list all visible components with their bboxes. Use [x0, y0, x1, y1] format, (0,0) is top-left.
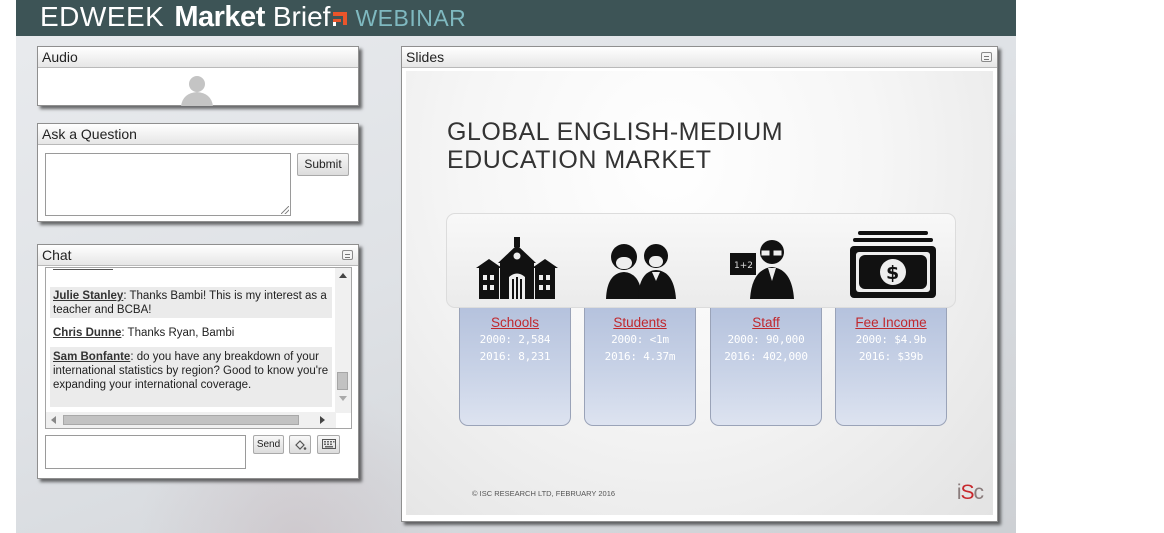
slide-title-line: EDUCATION MARKET: [447, 146, 712, 174]
money-icon: $: [850, 231, 936, 298]
send-button[interactable]: Send: [253, 435, 284, 454]
chat-vertical-scrollbar[interactable]: [335, 268, 351, 413]
stat-card-value: 2016: 4.37m: [604, 350, 676, 363]
resize-grip-icon[interactable]: [281, 206, 289, 214]
brand-mark-icon: [331, 9, 349, 27]
ask-question-title: Ask a Question: [38, 124, 358, 145]
submit-button[interactable]: Submit: [297, 153, 349, 176]
slide-copyright: © ISC RESEARCH LTD, FEBRUARY 2016: [472, 489, 616, 498]
brand-logo: EDWEEK Market Brief WEBINAR: [40, 1, 466, 35]
scroll-right-icon[interactable]: [320, 416, 325, 424]
stat-card-schools: Schools 2000: 2,584 2016: 8,231: [459, 308, 571, 426]
svg-text:$: $: [886, 262, 899, 284]
scroll-thumb[interactable]: [337, 372, 348, 390]
scroll-thumb[interactable]: [63, 415, 299, 425]
stat-card-label[interactable]: Students: [585, 315, 695, 331]
slide-title-line: GLOBAL ENGLISH-MEDIUM: [447, 118, 784, 146]
brand-market: Market: [174, 1, 265, 33]
isc-logo-s: S: [960, 481, 974, 504]
stat-card-students: Students 2000: <1m 2016: 4.37m: [584, 308, 696, 426]
stat-card-staff: Staff 2000: 90,000 2016: 402,000: [710, 308, 822, 426]
stat-card-label[interactable]: Schools: [460, 315, 570, 331]
webinar-app: EDWEEK Market Brief WEBINAR Audio Ask a …: [16, 0, 1016, 533]
chat-messages: Julie Stanley: Thanks Bambi! This is my …: [46, 268, 336, 413]
brand-edweek: EDWEEK: [40, 1, 165, 32]
scroll-up-icon[interactable]: [339, 273, 347, 278]
stat-card-label[interactable]: Fee Income: [836, 315, 946, 331]
stat-card-fee-income: Fee Income 2000: $4.9b 2016: $39b: [835, 308, 947, 426]
ask-question-panel: Ask a Question Submit: [37, 123, 359, 222]
maximize-icon[interactable]: [981, 52, 992, 62]
slides-title-text: Slides: [406, 49, 445, 65]
scroll-left-icon[interactable]: [51, 416, 56, 424]
svg-text:1+2: 1+2: [734, 261, 753, 271]
slides-panel: Slides GLOBAL ENGLISH-MEDIUM EDUCATION M…: [401, 46, 998, 522]
chat-panel-title: Chat: [38, 245, 358, 266]
scroll-down-icon[interactable]: [339, 396, 347, 401]
stat-card-label[interactable]: Staff: [711, 315, 821, 331]
slide-canvas: GLOBAL ENGLISH-MEDIUM EDUCATION MARKET 1…: [406, 71, 993, 515]
teacher-icon: 1+2: [730, 240, 794, 299]
audio-panel-title: Audio: [38, 47, 358, 68]
keyboard-icon[interactable]: [317, 435, 340, 454]
header-bar: EDWEEK Market Brief WEBINAR: [16, 0, 1016, 36]
stat-card-value: 2000: <1m: [611, 333, 669, 346]
chat-input[interactable]: [45, 435, 246, 469]
maximize-icon[interactable]: [342, 250, 353, 260]
students-icon: [606, 244, 676, 299]
stat-card-value: 2016: $39b: [858, 350, 924, 363]
chat-message: Chris Dunne: Thanks Ryan, Bambi: [50, 326, 332, 341]
chat-panel: Chat Julie Stanley: Thanks Bambi! This i…: [37, 244, 359, 479]
chat-text: : Thanks Ryan, Bambi: [121, 327, 235, 339]
stat-card-value: 2000: 90,000: [727, 333, 805, 346]
user-silhouette-icon: [181, 76, 213, 106]
brand-brief: Brief: [272, 1, 331, 32]
slide-title: GLOBAL ENGLISH-MEDIUM EDUCATION MARKET: [447, 118, 867, 174]
chat-author: Julie Stanley: [53, 290, 124, 302]
stat-card-value: 2000: 2,584: [479, 333, 551, 346]
paint-bucket-icon[interactable]: [289, 435, 311, 454]
stat-card-value: 2016: 8,231: [479, 350, 551, 363]
chat-message: Sam Bonfante: do you have any breakdown …: [50, 347, 332, 407]
isc-logo: iSc: [957, 481, 984, 505]
school-building-icon: [476, 237, 558, 299]
chat-author: Sam Bonfante: [53, 351, 131, 363]
chat-horizontal-scrollbar[interactable]: [46, 412, 336, 428]
chat-author: Chris Dunne: [53, 327, 122, 339]
slides-panel-title: Slides: [402, 47, 997, 68]
chat-title-text: Chat: [42, 247, 72, 263]
chat-log[interactable]: Julie Stanley: Thanks Bambi! This is my …: [45, 267, 352, 429]
isc-logo-c: c: [973, 481, 984, 504]
stat-card-value: 2016: 402,000: [724, 350, 808, 363]
audio-panel: Audio: [37, 46, 359, 106]
brand-webinar: WEBINAR: [355, 5, 467, 31]
stat-card-value: 2000: $4.9b: [855, 333, 927, 346]
chat-message: Julie Stanley: Thanks Bambi! This is my …: [50, 287, 332, 318]
question-input[interactable]: [45, 153, 291, 216]
